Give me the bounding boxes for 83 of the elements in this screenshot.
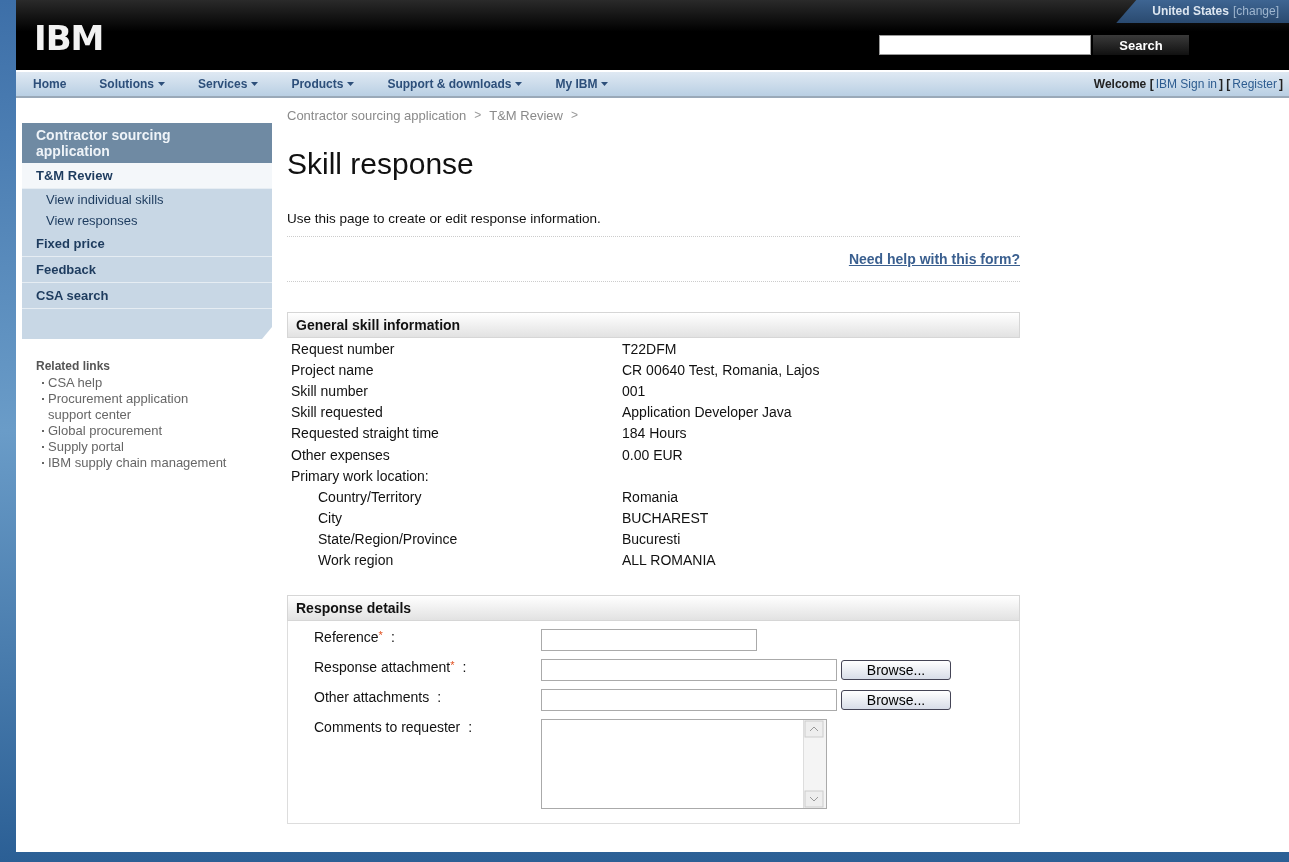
related-link[interactable]: Procurement application support center (48, 391, 228, 423)
field-value: BUCHAREST (622, 510, 710, 527)
country-label: United States (1152, 4, 1229, 18)
logo[interactable]: IBM (34, 18, 104, 58)
caret-icon (347, 82, 355, 86)
browse-button[interactable]: Browse... (841, 660, 951, 681)
help-link[interactable]: Need help with this form? (848, 251, 1020, 267)
related-link[interactable]: Supply portal (48, 439, 124, 455)
related-link[interactable]: IBM supply chain management (48, 455, 227, 471)
intro-text: Use this page to create or edit response information. (287, 211, 1020, 237)
field-label: Primary work location: (291, 467, 430, 484)
field-label: Country/Territory (318, 488, 423, 505)
welcome-text: Welcome [ (1093, 77, 1154, 91)
page-title: Skill response (287, 147, 475, 181)
field-label: Other expenses (291, 446, 391, 463)
file-path-field[interactable] (541, 659, 837, 682)
breadcrumb-separator: > (570, 108, 578, 123)
section-header: Response details (287, 595, 1020, 622)
required-mark: * (378, 629, 383, 644)
comments-field[interactable] (541, 719, 827, 810)
welcome-text: ] (1279, 77, 1283, 91)
welcome-text: ] [ (1219, 77, 1231, 91)
field-label: State/Region/Province (318, 531, 459, 548)
field-label: City (318, 510, 344, 527)
nav-item[interactable]: Solutions (99, 77, 165, 91)
field-value: 0.00 EUR (622, 446, 684, 463)
account-link[interactable]: IBM Sign in (1153, 77, 1219, 91)
scroll-down-icon[interactable] (804, 790, 824, 809)
caret-icon (515, 82, 523, 86)
field-label: Skill requested (291, 404, 384, 421)
field-value: 001 (622, 382, 647, 399)
section-header: General skill information (287, 312, 1020, 338)
account-link[interactable]: Register (1230, 77, 1279, 91)
field-value: Bucuresti (622, 531, 682, 548)
search-button[interactable]: Search (1093, 35, 1189, 55)
field-label: Reference (314, 629, 379, 646)
field-label: Other attachments (314, 689, 430, 706)
colon: : (390, 629, 395, 646)
sidebar-item[interactable]: CSA search (22, 283, 272, 309)
field-value: Romania (622, 488, 680, 505)
related-links-title: Related links (36, 359, 112, 373)
scroll-up-icon[interactable] (804, 720, 824, 739)
field-label: Response attachment (314, 659, 451, 676)
sidebar-title: Contractor sourcing application (22, 123, 272, 163)
change-link[interactable]: [change] (1232, 4, 1279, 18)
reference-field[interactable] (541, 629, 757, 652)
caret-icon (601, 82, 609, 86)
browse-button[interactable]: Browse... (841, 690, 951, 711)
field-value: 184 Hours (622, 425, 688, 442)
scrollbar[interactable] (803, 720, 826, 809)
caret-icon (158, 82, 165, 86)
field-value: Application Developer Java (622, 404, 793, 421)
breadcrumb-separator: > (474, 108, 482, 123)
field-value: CR 00640 Test, Romania, Lajos (622, 361, 821, 378)
field-value: ALL ROMANIA (622, 552, 717, 569)
nav-item[interactable]: Home (33, 77, 67, 91)
field-label: Work region (318, 552, 395, 569)
field-label: Comments to requester (314, 719, 461, 736)
field-label: Request number (291, 340, 396, 357)
sidebar-item[interactable]: View individual skills (22, 189, 272, 210)
sidebar-item[interactable]: View responses (22, 210, 272, 231)
sidebar-item[interactable]: T&M Review (22, 163, 272, 189)
required-mark: * (450, 659, 455, 674)
field-label: Skill number (291, 382, 370, 399)
field-label: Project name (291, 361, 375, 378)
search-field[interactable] (879, 35, 1091, 55)
sidebar-item[interactable]: Feedback (22, 257, 272, 283)
file-path-field[interactable] (541, 689, 837, 712)
related-link[interactable]: Global procurement (48, 423, 163, 439)
colon: : (462, 659, 467, 676)
colon: : (437, 689, 442, 706)
nav-item[interactable]: My IBM (555, 77, 609, 91)
sidebar-item[interactable]: Fixed price (22, 231, 272, 257)
related-link[interactable]: CSA help (48, 375, 103, 391)
colon: : (468, 719, 473, 736)
breadcrumb-link[interactable]: T&M Review (489, 108, 563, 123)
nav-item[interactable]: Products (291, 77, 355, 91)
field-label: Requested straight time (291, 425, 440, 442)
caret-icon (251, 82, 259, 86)
nav-item[interactable]: Support & downloads (387, 77, 523, 91)
field-value: T22DFM (622, 340, 678, 357)
nav-item[interactable]: Services (198, 77, 259, 91)
breadcrumb-link[interactable]: Contractor sourcing application (287, 108, 467, 123)
